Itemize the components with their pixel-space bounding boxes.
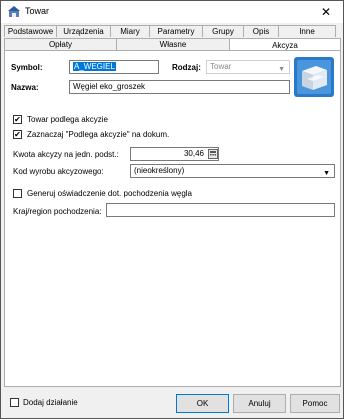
kraj-label: Kraj/region pochodzenia: bbox=[13, 207, 102, 216]
product-image bbox=[294, 57, 334, 97]
dodaj-label: Dodaj działanie bbox=[23, 398, 78, 407]
title-bar[interactable]: Towar ✕ bbox=[1, 1, 343, 23]
tab-opis[interactable]: Opis bbox=[243, 25, 279, 37]
nazwa-value: Węgiel eko_groszek bbox=[73, 82, 146, 91]
app-icon bbox=[8, 6, 20, 17]
symbol-input[interactable]: A_WEGIEL bbox=[69, 60, 159, 74]
calculator-icon[interactable] bbox=[208, 149, 218, 159]
window-title: Towar bbox=[25, 6, 50, 16]
tab-miary[interactable]: Miary bbox=[110, 25, 150, 37]
tab-parametry[interactable]: Parametry bbox=[149, 25, 203, 37]
tab-panel-akcyza: Symbol: A_WEGIEL Rodzaj: Towar ▼ Nazwa: … bbox=[4, 50, 341, 387]
generuj-checkbox[interactable] bbox=[13, 189, 22, 198]
tab-grupy[interactable]: Grupy bbox=[202, 25, 244, 37]
kod-dropdown[interactable]: (nieokreślony) ▼ bbox=[130, 164, 335, 178]
tab-inne[interactable]: Inne bbox=[278, 25, 336, 37]
kwota-input[interactable]: 30,46 bbox=[130, 147, 219, 161]
kod-value: (nieokreślony) bbox=[134, 166, 185, 175]
nazwa-input[interactable]: Węgiel eko_groszek bbox=[69, 80, 290, 94]
rodzaj-dropdown: Towar ▼ bbox=[206, 60, 290, 74]
tab-row-top: Podstawowe Urządzenia Miary Parametry Gr… bbox=[4, 25, 336, 37]
dialog-window: Towar ✕ Podstawowe Urządzenia Miary Para… bbox=[0, 0, 344, 419]
symbol-label: Symbol: bbox=[11, 63, 43, 72]
generuj-label: Generuj oświadczenie dot. pochodzenia wę… bbox=[27, 189, 192, 198]
nazwa-label: Nazwa: bbox=[11, 83, 39, 92]
tab-podstawowe[interactable]: Podstawowe bbox=[4, 25, 57, 37]
kod-label: Kod wyrobu akcyzowego: bbox=[13, 167, 104, 176]
rodzaj-value: Towar bbox=[210, 62, 232, 71]
zaznaczaj-label: Zaznaczaj "Podlega akcyzie" na dokum. bbox=[27, 130, 170, 139]
dodaj-checkbox[interactable] bbox=[10, 398, 19, 407]
chevron-down-icon: ▼ bbox=[278, 66, 285, 73]
zaznaczaj-checkbox[interactable]: ✔ bbox=[13, 130, 22, 139]
tab-urzadzenia[interactable]: Urządzenia bbox=[56, 25, 111, 37]
podlega-checkbox[interactable]: ✔ bbox=[13, 115, 22, 124]
kraj-input[interactable] bbox=[106, 203, 335, 217]
tab-oplaty[interactable]: Opłaty bbox=[4, 38, 117, 50]
podlega-label: Towar podlega akcyzie bbox=[27, 115, 108, 124]
kwota-label: Kwota akcyzy na jedn. podst.: bbox=[13, 150, 119, 159]
pomoc-button[interactable]: Pomoc bbox=[290, 394, 340, 413]
anuluj-button[interactable]: Anuluj bbox=[233, 394, 286, 413]
symbol-value: A_WEGIEL bbox=[73, 62, 116, 71]
chevron-down-icon: ▼ bbox=[323, 170, 330, 177]
kwota-value: 30,46 bbox=[183, 149, 204, 158]
rodzaj-label: Rodzaj: bbox=[172, 63, 201, 72]
tab-wlasne[interactable]: Własne bbox=[116, 38, 230, 50]
close-icon[interactable]: ✕ bbox=[313, 3, 339, 21]
ok-button[interactable]: OK bbox=[176, 394, 229, 413]
